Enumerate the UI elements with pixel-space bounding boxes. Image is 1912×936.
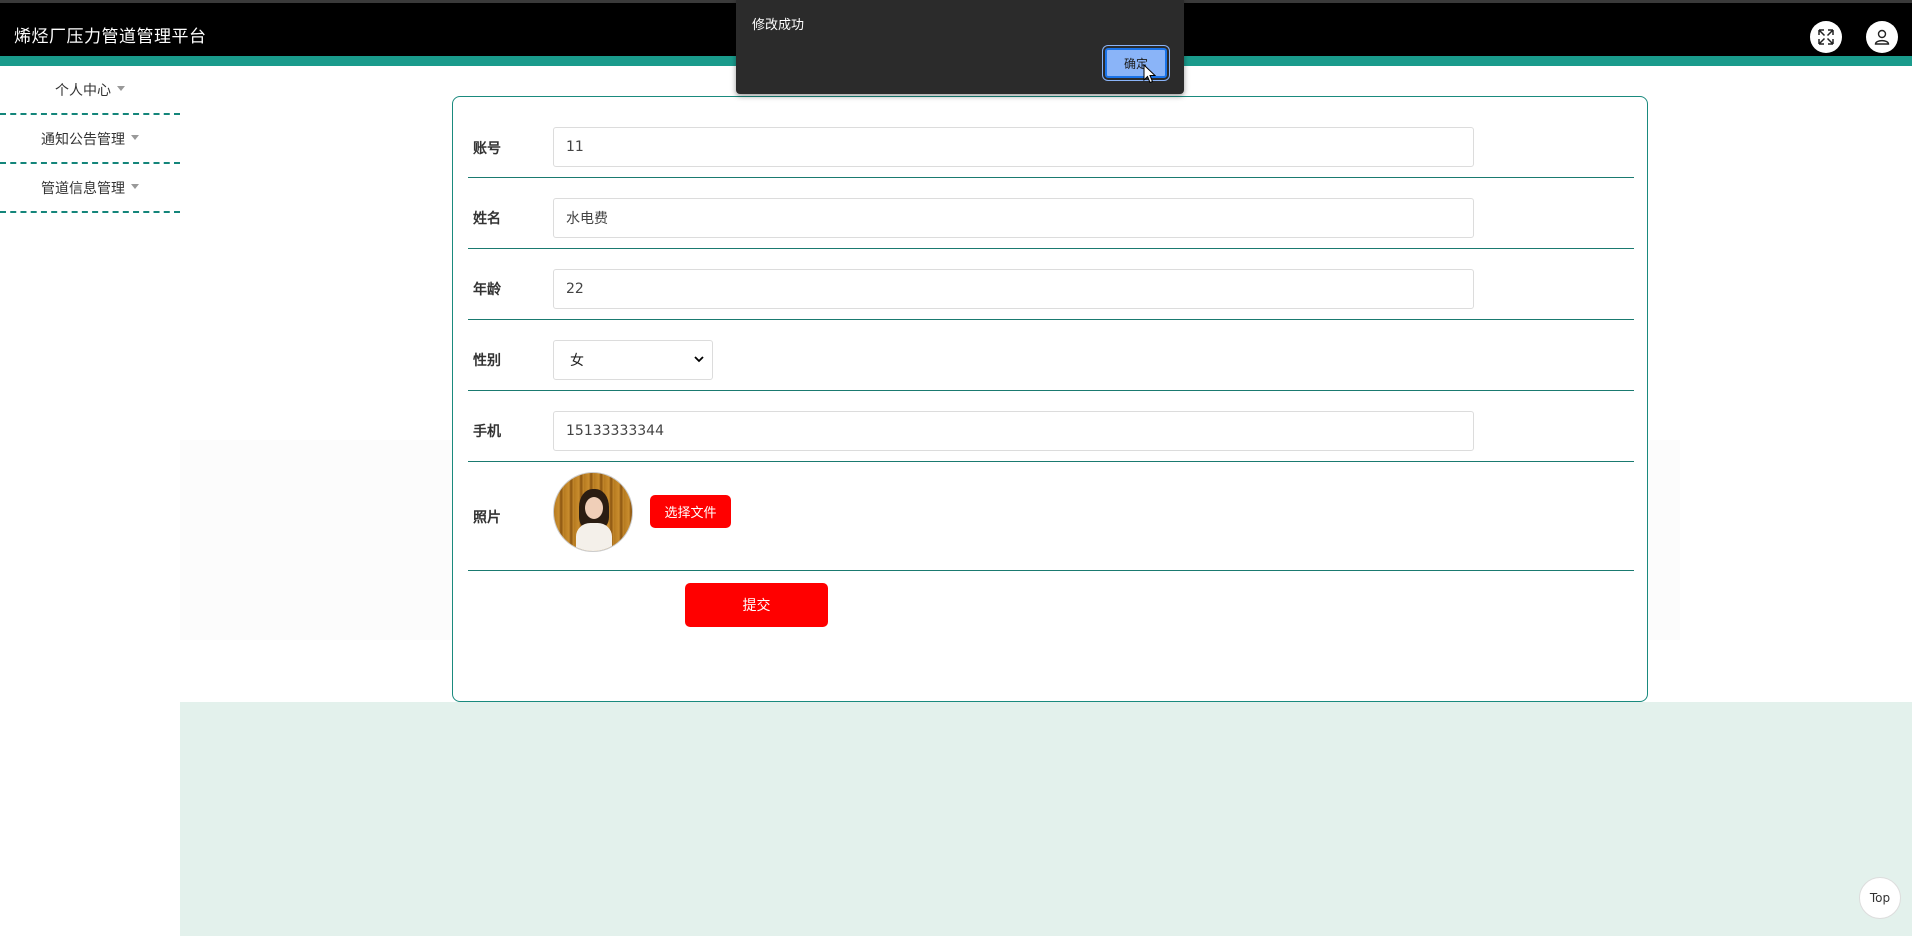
alert-ok-button[interactable]: 确定 [1105, 48, 1167, 78]
caret-down-icon [131, 134, 139, 140]
gender-select-value: 女 [570, 353, 584, 369]
caret-down-icon [131, 183, 139, 189]
form-row-name: 姓名 水电费 [468, 178, 1634, 249]
sidebar-item-pipeline-management[interactable]: 管道信息管理 [0, 164, 180, 213]
sidebar-item-label: 个人中心 [55, 82, 111, 99]
caret-down-icon [117, 85, 125, 91]
alert-message: 修改成功 [752, 18, 805, 33]
photo-label: 照片 [473, 510, 501, 526]
sidebar: 个人中心 通知公告管理 管道信息管理 [0, 66, 180, 213]
user-button[interactable] [1866, 21, 1898, 53]
app-title: 烯烃厂压力管道管理平台 [14, 27, 207, 47]
form-row-account: 账号 11 [468, 97, 1634, 178]
form-row-phone: 手机 15133333344 [468, 391, 1634, 462]
mouse-cursor-icon [1143, 64, 1157, 84]
phone-label: 手机 [473, 424, 501, 440]
form-row-photo: 照片 选择文件 [468, 462, 1634, 571]
avatar-photo [553, 472, 633, 552]
age-label: 年龄 [473, 282, 501, 298]
alert-dialog: 修改成功 确定 [736, 0, 1184, 94]
account-input[interactable]: 11 [553, 127, 1474, 167]
name-input[interactable]: 水电费 [553, 198, 1474, 238]
expand-icon [1818, 29, 1834, 45]
gender-select[interactable]: 女 [553, 340, 713, 380]
content-background [180, 702, 1912, 936]
form-row-gender: 性别 女 [468, 320, 1634, 391]
choose-file-button[interactable]: 选择文件 [650, 495, 731, 528]
sidebar-item-label: 通知公告管理 [41, 131, 125, 148]
phone-input[interactable]: 15133333344 [553, 411, 1474, 451]
sidebar-item-label: 管道信息管理 [41, 180, 125, 197]
form-row-age: 年龄 22 [468, 249, 1634, 320]
back-to-top-button[interactable]: Top [1859, 877, 1901, 919]
user-icon [1874, 29, 1890, 45]
account-label: 账号 [473, 141, 501, 157]
fullscreen-button[interactable] [1810, 21, 1842, 53]
name-label: 姓名 [473, 211, 501, 227]
chevron-down-icon [694, 356, 704, 363]
profile-form-card: 账号 11 姓名 水电费 年龄 22 性别 女 手机 15133333344 照… [452, 96, 1648, 702]
submit-button[interactable]: 提交 [685, 583, 828, 627]
gender-label: 性别 [473, 353, 501, 369]
sidebar-item-personal-center[interactable]: 个人中心 [0, 66, 180, 115]
age-input[interactable]: 22 [553, 269, 1474, 309]
sidebar-item-notice-management[interactable]: 通知公告管理 [0, 115, 180, 164]
